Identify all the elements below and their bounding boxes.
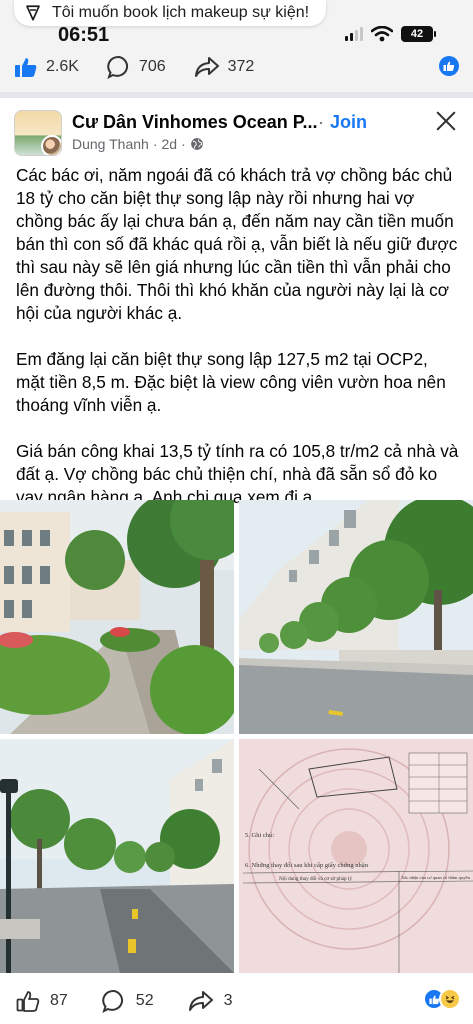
wifi-icon	[371, 26, 393, 42]
like-icon	[16, 991, 40, 1012]
post-paragraph: Giá bán công khai 13,5 tỷ tính ra có 105…	[16, 441, 459, 507]
previous-post-stats: 2.6K 706 372	[0, 46, 473, 88]
post-header: Cư Dân Vinhomes Ocean P... · Join Dung T…	[0, 100, 473, 162]
comment-icon	[102, 989, 123, 1013]
author-line: Dung Thanh · 2d ·	[72, 136, 204, 152]
share-button[interactable]: 3	[188, 990, 233, 1012]
author-name[interactable]: Dung Thanh	[72, 136, 149, 152]
prev-like-count: 2.6K	[46, 58, 79, 75]
share-icon	[188, 991, 213, 1011]
post-photo-certificate[interactable]: 5. Ghi chú: 6. Những thay đổi sau khi cấ…	[239, 739, 473, 973]
close-icon[interactable]	[435, 110, 457, 132]
certificate-col1: Nội dung thay đổi và cơ sở pháp lý	[279, 875, 352, 882]
like-icon	[15, 58, 37, 77]
post-body: Các bác ơi, năm ngoái đã có khách trả vợ…	[16, 164, 461, 532]
globe-icon	[190, 138, 203, 150]
prev-share-button[interactable]: 372	[194, 56, 255, 78]
comment-count: 52	[135, 992, 154, 1009]
status-icons: 42	[345, 26, 436, 42]
notification-pill[interactable]: Tôi muốn book lịch makeup sự kiện!	[14, 0, 326, 26]
separator: ·	[181, 136, 186, 152]
join-separator: ·	[318, 112, 324, 132]
like-button[interactable]: 87	[16, 990, 68, 1012]
haha-icon	[439, 988, 461, 1010]
reaction-badges[interactable]	[423, 988, 461, 1010]
like-badge-icon	[439, 56, 459, 76]
separator: ·	[152, 136, 158, 152]
join-button[interactable]: Join	[330, 112, 367, 133]
comment-icon	[107, 55, 128, 79]
post-photo-garden[interactable]	[0, 500, 234, 734]
post-paragraph: Các bác ơi, năm ngoái đã có khách trả vợ…	[16, 165, 458, 323]
prev-comment-count: 706	[138, 58, 166, 75]
megaphone-icon	[26, 5, 40, 21]
share-count: 3	[223, 992, 233, 1009]
share-icon	[194, 57, 219, 77]
author-avatar[interactable]	[41, 135, 61, 155]
top-overlay: Tôi muốn book lịch makeup sự kiện! 06:51…	[0, 0, 473, 92]
signal-icon	[345, 27, 363, 41]
certificate-col2: Xác nhận của cơ quan có thẩm quyền	[401, 875, 471, 880]
post-time[interactable]: 2d	[161, 136, 177, 152]
comment-button[interactable]: 52	[102, 989, 154, 1013]
battery-icon: 42	[401, 26, 436, 42]
certificate-section6: 6. Những thay đổi sau khi cấp giấy chứng…	[245, 862, 369, 869]
status-time: 06:51	[58, 24, 110, 46]
notification-text: Tôi muốn book lịch makeup sự kiện!	[52, 4, 310, 21]
post-photo-street[interactable]	[239, 500, 473, 734]
prev-comment-button[interactable]: 706	[107, 55, 166, 79]
feed-divider	[0, 92, 473, 98]
post-action-bar: 87 52 3	[0, 978, 473, 1024]
certificate-section5: 5. Ghi chú:	[245, 832, 274, 839]
group-avatar[interactable]	[14, 110, 62, 156]
post-paragraph: Em đăng lại căn biệt thự song lập 127,5 …	[16, 349, 446, 415]
prev-like-button[interactable]: 2.6K	[14, 56, 79, 78]
group-name[interactable]: Cư Dân Vinhomes Ocean P...	[72, 112, 317, 133]
post-photo-road[interactable]	[0, 739, 234, 973]
like-count: 87	[50, 992, 68, 1009]
prev-share-count: 372	[227, 58, 255, 75]
